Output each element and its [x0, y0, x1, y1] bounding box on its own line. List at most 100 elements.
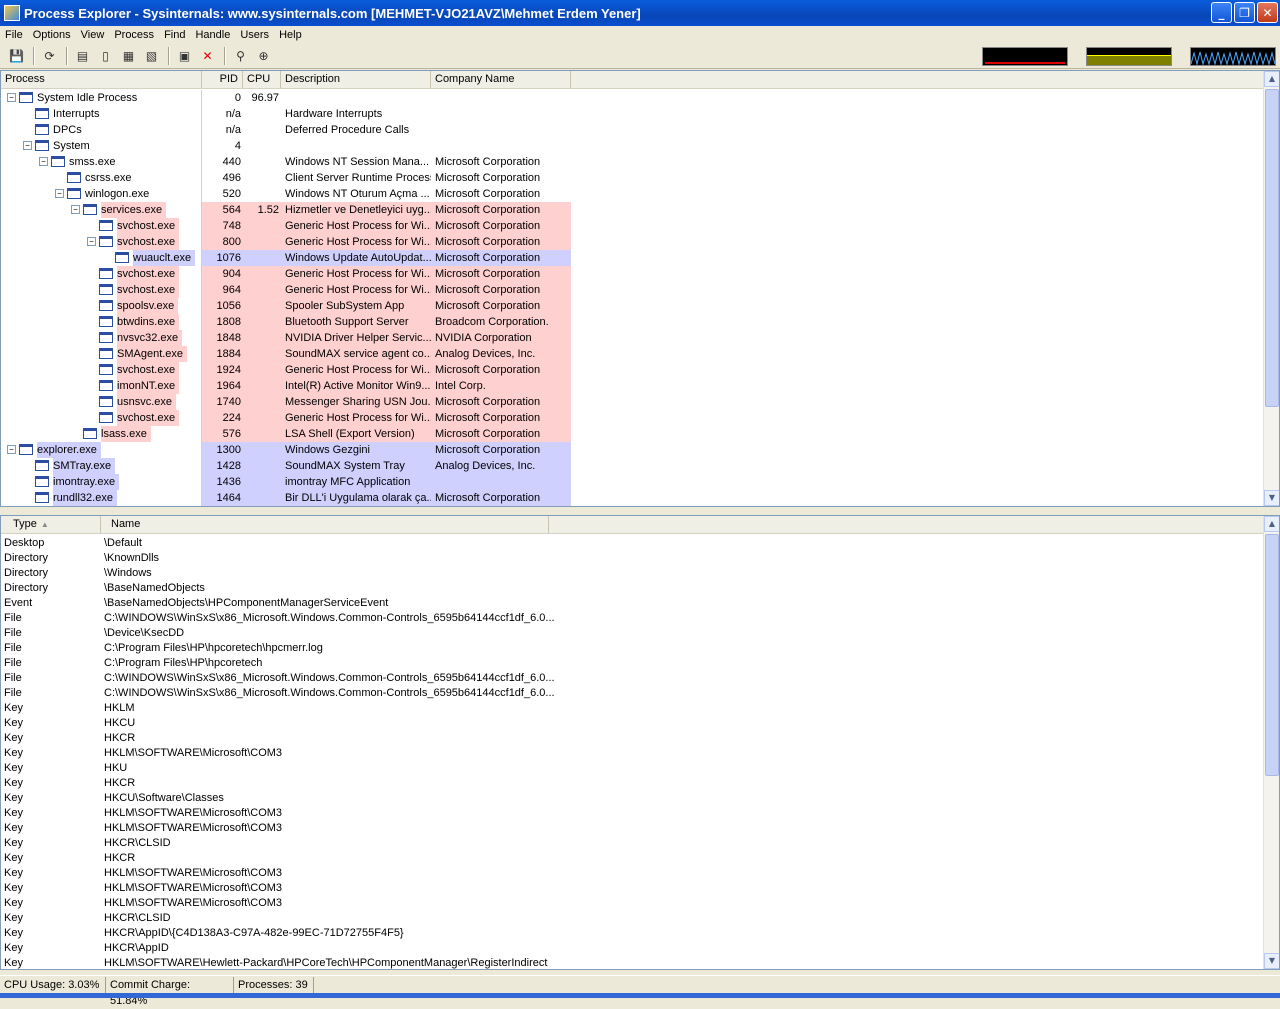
scroll-up-arrow[interactable]: ▲ [1264, 71, 1279, 87]
process-properties-icon[interactable]: ▣ [174, 46, 195, 66]
column-process[interactable]: Process [1, 71, 202, 88]
handle-row[interactable]: Key HKLM\SOFTWARE\Microsoft\COM3 [1, 896, 561, 911]
handle-row[interactable]: File C:\WINDOWS\WinSxS\x86_Microsoft.Wind… [1, 611, 561, 626]
handle-row[interactable]: Key HKCR\AppID\{C4D138A3-C97A-482e-99EC-7… [1, 926, 561, 941]
process-row[interactable]: svchost.exe 224 Generic Host Process for W… [1, 410, 571, 426]
handle-row[interactable]: Key HKCU [1, 716, 561, 731]
menu-file[interactable]: File [0, 29, 28, 41]
process-scrollbar[interactable]: ▲ ▼ [1263, 71, 1279, 506]
handle-row[interactable]: Key HKLM\SOFTWARE\Hewlett-Packard\HPCoreT… [1, 956, 561, 969]
process-row[interactable]: rundll32.exe 1464 Bir DLL'i Uygulama olara… [1, 490, 571, 506]
column-type[interactable]: Type ▲ [1, 516, 101, 533]
tree-collapse-icon[interactable]: − [71, 205, 80, 214]
handle-row[interactable]: File C:\Program Files\HP\hpcoretech\hpcme… [1, 641, 561, 656]
scroll-thumb[interactable] [1265, 89, 1279, 407]
tree-collapse-icon[interactable]: − [23, 141, 32, 150]
scroll-down-arrow[interactable]: ▼ [1264, 490, 1279, 506]
process-row[interactable]: DPCs n/a Deferred Procedure Calls [1, 122, 571, 138]
scroll-up-arrow[interactable]: ▲ [1264, 516, 1279, 532]
process-row[interactable]: svchost.exe 964 Generic Host Process for W… [1, 282, 571, 298]
handle-row[interactable]: Event \BaseNamedObjects\HPComponentManage… [1, 596, 561, 611]
column-company[interactable]: Company Name [431, 71, 571, 88]
menu-handle[interactable]: Handle [190, 29, 235, 41]
process-row[interactable]: − explorer.exe 1300 Windows Gezgini Microsof… [1, 442, 571, 458]
process-row[interactable]: wuauclt.exe 1076 Windows Update AutoUpdat.… [1, 250, 571, 266]
column-description[interactable]: Description [281, 71, 431, 88]
handle-scrollbar[interactable]: ▲ ▼ [1263, 516, 1279, 969]
process-row[interactable]: csrss.exe 496 Client Server Runtime Proces… [1, 170, 571, 186]
cpu-graph[interactable] [982, 47, 1068, 66]
handle-row[interactable]: Key HKLM\SOFTWARE\Microsoft\COM3 [1, 806, 561, 821]
handle-row[interactable]: Directory \BaseNamedObjects [1, 581, 561, 596]
commit-graph[interactable] [1086, 47, 1172, 66]
scroll-thumb[interactable] [1265, 534, 1279, 776]
tree-collapse-icon[interactable]: − [7, 93, 16, 102]
save-icon[interactable]: 💾 [6, 46, 27, 66]
process-row[interactable]: usnsvc.exe 1740 Messenger Sharing USN Jou.… [1, 394, 571, 410]
handle-row[interactable]: Key HKCR\CLSID [1, 836, 561, 851]
process-row[interactable]: lsass.exe 576 LSA Shell (Export Version) Mi… [1, 426, 571, 442]
properties-icon[interactable]: ▯ [95, 46, 116, 66]
handle-view-icon[interactable]: ▧ [141, 46, 162, 66]
process-row[interactable]: btwdins.exe 1808 Bluetooth Support Server B… [1, 314, 571, 330]
handle-row[interactable]: Key HKCR\CLSID [1, 911, 561, 926]
column-cpu[interactable]: CPU [243, 71, 281, 88]
process-row[interactable]: − winlogon.exe 520 Windows NT Oturum Açma .… [1, 186, 571, 202]
handle-row[interactable]: Key HKU [1, 761, 561, 776]
maximize-button[interactable]: ❐ [1234, 2, 1255, 23]
target-icon[interactable]: ⊕ [253, 46, 274, 66]
process-row[interactable]: − System 4 [1, 138, 571, 154]
menu-help[interactable]: Help [274, 29, 307, 41]
dll-view-icon[interactable]: ▦ [118, 46, 139, 66]
process-row[interactable]: imonNT.exe 1964 Intel(R) Active Monitor Wi… [1, 378, 571, 394]
tree-collapse-icon[interactable]: − [7, 445, 16, 454]
menu-options[interactable]: Options [28, 29, 76, 41]
column-pid[interactable]: PID [202, 71, 243, 88]
handle-row[interactable]: Key HKLM\SOFTWARE\Microsoft\COM3 [1, 866, 561, 881]
column-name[interactable]: Name [101, 516, 549, 533]
menu-view[interactable]: View [76, 29, 110, 41]
handle-row[interactable]: File \Device\KsecDD [1, 626, 561, 641]
handle-row[interactable]: Key HKCR [1, 851, 561, 866]
title-bar[interactable]: Process Explorer - Sysinternals: www.sys… [0, 0, 1280, 26]
handle-row[interactable]: File C:\Program Files\HP\hpcoretech [1, 656, 561, 671]
process-tree-pane[interactable]: Process PID CPU Description Company Name… [0, 70, 1280, 507]
scroll-down-arrow[interactable]: ▼ [1264, 953, 1279, 969]
process-row[interactable]: − System Idle Process 0 96.97 [1, 90, 571, 106]
handle-row[interactable]: Key HKLM [1, 701, 561, 716]
io-graph[interactable] [1190, 47, 1276, 66]
process-row[interactable]: svchost.exe 1924 Generic Host Process for … [1, 362, 571, 378]
kill-process-icon[interactable]: ✕ [197, 46, 218, 66]
process-row[interactable]: − smss.exe 440 Windows NT Session Mana... Mi… [1, 154, 571, 170]
tree-collapse-icon[interactable]: − [39, 157, 48, 166]
handle-row[interactable]: File C:\WINDOWS\WinSxS\x86_Microsoft.Wind… [1, 671, 561, 686]
system-info-icon[interactable]: ▤ [72, 46, 93, 66]
tree-collapse-icon[interactable]: − [87, 237, 96, 246]
process-row[interactable]: nvsvc32.exe 1848 NVIDIA Driver Helper Serv… [1, 330, 571, 346]
menu-find[interactable]: Find [159, 29, 190, 41]
refresh-icon[interactable]: ⟳ [39, 46, 60, 66]
menu-process[interactable]: Process [109, 29, 159, 41]
find-icon[interactable]: ⚲ [230, 46, 251, 66]
handle-row[interactable]: Key HKLM\SOFTWARE\Microsoft\COM3 [1, 881, 561, 896]
process-row[interactable]: − svchost.exe 800 Generic Host Process for … [1, 234, 571, 250]
handle-row[interactable]: Key HKCR\AppID [1, 941, 561, 956]
handle-row[interactable]: Key HKLM\SOFTWARE\Microsoft\COM3 [1, 746, 561, 761]
handle-row[interactable]: Key HKLM\SOFTWARE\Microsoft\COM3 [1, 821, 561, 836]
handle-row[interactable]: Key HKCU\Software\Classes [1, 791, 561, 806]
process-row[interactable]: svchost.exe 904 Generic Host Process for W… [1, 266, 571, 282]
process-row[interactable]: Interrupts n/a Hardware Interrupts [1, 106, 571, 122]
handle-row[interactable]: File C:\WINDOWS\WinSxS\x86_Microsoft.Wind… [1, 686, 561, 701]
tree-collapse-icon[interactable]: − [55, 189, 64, 198]
process-row[interactable]: SMAgent.exe 1884 SoundMAX service agent co… [1, 346, 571, 362]
handle-row[interactable]: Key HKCR [1, 776, 561, 791]
handle-row[interactable]: Key HKCR [1, 731, 561, 746]
handle-row[interactable]: Directory \KnownDlls [1, 551, 561, 566]
minimize-button[interactable]: _ [1211, 2, 1232, 23]
menu-users[interactable]: Users [235, 29, 274, 41]
process-row[interactable]: − services.exe 564 1.52 Hizmetler ve Denetle… [1, 202, 571, 218]
process-row[interactable]: SMTray.exe 1428 SoundMAX System Tray Analog… [1, 458, 571, 474]
close-button[interactable]: ✕ [1257, 2, 1278, 23]
process-row[interactable]: imontray.exe 1436 imontray MFC Application [1, 474, 571, 490]
process-row[interactable]: svchost.exe 748 Generic Host Process for W… [1, 218, 571, 234]
